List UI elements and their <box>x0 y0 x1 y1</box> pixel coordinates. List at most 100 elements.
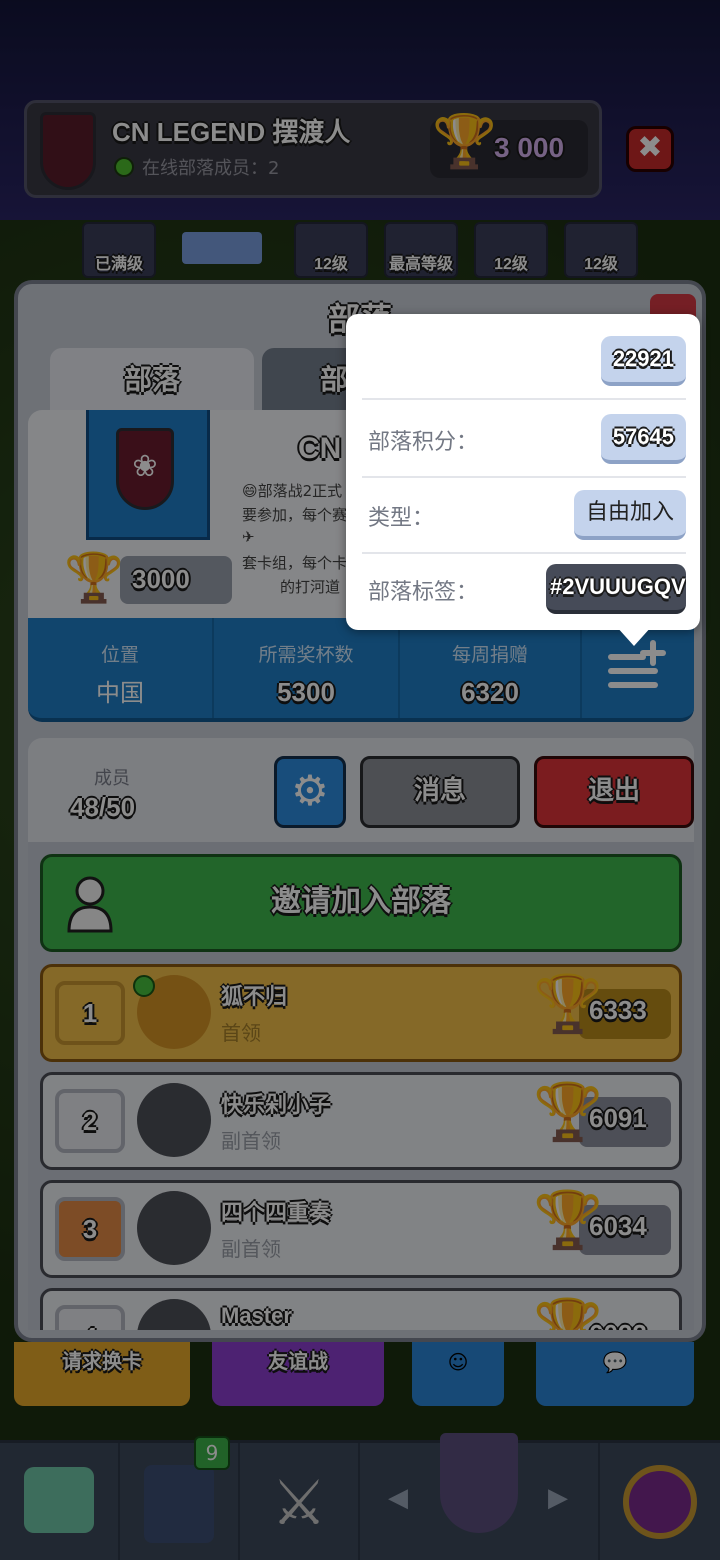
popup-value: 自由加入 <box>585 500 674 525</box>
member-trophies: 6091 <box>589 1103 647 1133</box>
rank-number: 3 <box>82 1214 98 1244</box>
member-role: 副首领 <box>221 1129 281 1153</box>
arrow-left-icon[interactable] <box>182 232 262 264</box>
popup-value-pill: 自由加入 <box>573 490 686 540</box>
message-button[interactable]: 消息 <box>360 756 520 828</box>
popup-row: 类型： 自由加入 <box>362 478 686 554</box>
chat-bubble-icon: 💬 <box>602 1350 628 1374</box>
avatar <box>137 1083 211 1157</box>
emote-icon: ☺ <box>447 1350 469 1374</box>
members-list[interactable]: 邀请加入部落 1 狐不归 首领 🏆 6333 2 快乐剁小子 副首领 🏆 609… <box>28 842 694 1330</box>
stat-location: 位置 中国 <box>28 618 214 718</box>
clan-shield-icon <box>440 1433 518 1533</box>
stat-label: 每周捐赠 <box>451 644 528 666</box>
card-strip-item[interactable]: 最高等级 <box>384 222 458 278</box>
member-name: Master <box>221 1303 292 1328</box>
member-trophies: 6022 <box>589 1319 647 1330</box>
clan-stats-bar: 位置 中国 所需奖杯数 5300 每周捐赠 6320 <box>28 618 694 722</box>
clan-tag-pill[interactable]: #2VUUUGQV <box>546 564 686 614</box>
card-level-label: 12级 <box>494 256 528 273</box>
member-trophies: 6333 <box>589 995 647 1025</box>
close-button[interactable]: ✖ <box>626 126 674 172</box>
card-strip-item[interactable]: 12级 <box>294 222 368 278</box>
leave-button-label: 退出 <box>587 775 640 805</box>
popup-row: 部落积分： 57645 <box>362 402 686 478</box>
popup-value-pill: 57645 <box>600 414 686 464</box>
home-clan-name: CN LEGEND 摆渡人 <box>112 117 351 147</box>
invite-button-label: 邀请加入部落 <box>271 885 451 918</box>
member-row[interactable]: 4 Master 🏆 6022 <box>40 1288 682 1330</box>
members-label: 成员 <box>94 768 130 789</box>
settings-button[interactable]: ⚙ <box>274 756 346 828</box>
clan-trophy-count: 3000 <box>132 564 190 594</box>
rank-box: 2 <box>55 1089 125 1153</box>
stat-value: 6320 <box>461 677 519 707</box>
member-row[interactable]: 1 狐不归 首领 🏆 6333 <box>40 964 682 1062</box>
clan-action-bar: 请求换卡 友谊战 ☺ 💬 <box>0 1342 720 1408</box>
clan-info-menu-icon[interactable] <box>608 640 668 692</box>
rank-box: 4 <box>55 1305 125 1330</box>
home-trophy-count: 3 000 <box>494 132 565 163</box>
popup-row: 22921 <box>362 324 686 400</box>
gear-icon: ⚙ <box>291 766 329 815</box>
tab-clan[interactable]: 部落 <box>50 348 254 412</box>
emote-button[interactable]: ☺ <box>412 1342 504 1406</box>
lotus-icon: ❀ <box>132 449 158 484</box>
message-button-label: 消息 <box>413 775 466 805</box>
nav-events[interactable] <box>600 1443 720 1560</box>
stat-value: 中国 <box>96 679 144 707</box>
rank-number: 4 <box>59 1309 121 1330</box>
member-trophies: 6034 <box>589 1211 647 1241</box>
clan-description-line: ✈ <box>242 528 255 546</box>
invite-button[interactable]: 邀请加入部落 <box>40 854 682 952</box>
request-cards-label: 请求换卡 <box>62 1351 142 1373</box>
member-role: 首领 <box>221 1021 261 1045</box>
card-strip-item[interactable]: 已满级 <box>82 222 156 278</box>
popup-label: 类型： <box>368 506 435 531</box>
request-cards-button[interactable]: 请求换卡 <box>14 1342 190 1406</box>
clan-shield-icon <box>40 112 96 190</box>
popup-value: 57645 <box>612 424 674 449</box>
rank-box: 1 <box>55 981 125 1045</box>
card-level-label: 最高等级 <box>388 256 453 273</box>
member-name: 四个四重奏 <box>221 1200 332 1225</box>
chevron-left-icon: ◀ <box>388 1483 408 1513</box>
card-strip-item[interactable]: 12级 <box>474 222 548 278</box>
nav-clan[interactable]: ◀ ▶ <box>360 1433 600 1560</box>
popup-value-pill: 22921 <box>600 336 686 386</box>
popup-label: 部落积分： <box>368 430 479 455</box>
member-name: 快乐剁小子 <box>221 1092 332 1117</box>
clan-name: CN <box>298 432 342 465</box>
members-count: 48/50 <box>70 792 136 822</box>
clan-description-line: 套卡组，每个卡 <box>242 554 348 572</box>
rank-box: 3 <box>55 1197 125 1261</box>
clan-description-line: 要参加，每个赛 <box>242 506 348 524</box>
online-status-icon <box>133 975 155 997</box>
chevron-right-icon: ▶ <box>548 1483 568 1513</box>
member-row[interactable]: 3 四个四重奏 副首领 🏆 6034 <box>40 1180 682 1278</box>
popup-label: 部落标签： <box>368 580 479 605</box>
member-row[interactable]: 2 快乐剁小子 副首领 🏆 6091 <box>40 1072 682 1170</box>
clan-tag-value: #2VUUUGQV <box>550 574 686 599</box>
trophy-icon: 🏆 <box>432 112 497 172</box>
card-strip-item[interactable]: 12级 <box>564 222 638 278</box>
friendly-battle-label: 友谊战 <box>268 1351 328 1373</box>
member-name: 狐不归 <box>221 984 288 1009</box>
clan-description-line: 😄部落战2正式 <box>242 482 343 500</box>
nav-battle[interactable]: ⚔ <box>240 1443 360 1560</box>
online-members-label: 在线部落成员：2 <box>142 158 280 179</box>
popup-pointer <box>616 626 652 646</box>
clan-description-line: 的打河道 <box>280 578 341 596</box>
popup-value: 22921 <box>612 346 674 371</box>
stat-value: 5300 <box>277 677 335 707</box>
leave-button[interactable]: 退出 <box>534 756 694 828</box>
card-level-label: 12级 <box>584 256 618 273</box>
stat-label: 所需奖杯数 <box>258 644 354 666</box>
nav-shop[interactable] <box>0 1443 120 1560</box>
chat-button[interactable]: 💬 <box>536 1342 694 1406</box>
chest-icon <box>24 1467 94 1533</box>
friendly-battle-button[interactable]: 友谊战 <box>212 1342 384 1406</box>
bottom-nav: ⚔ ◀ ▶ <box>0 1433 720 1560</box>
stat-required-trophies: 所需奖杯数 5300 <box>214 618 400 718</box>
cards-notification-badge: 9 <box>194 1436 230 1470</box>
